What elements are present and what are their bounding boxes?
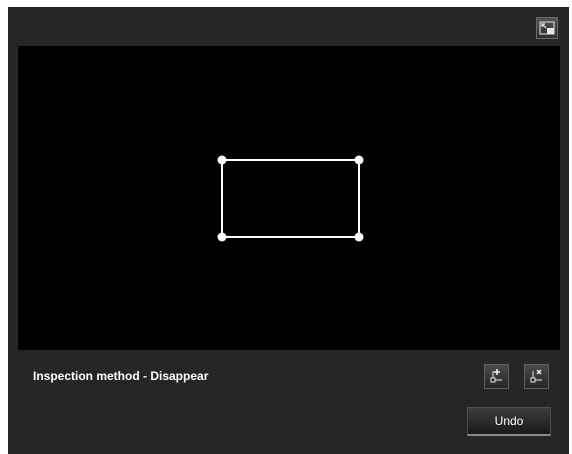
video-preview-area[interactable] <box>18 46 560 350</box>
add-vertex-button[interactable] <box>484 364 509 389</box>
inspection-panel: Inspection method - Disappear Undo <box>8 7 569 454</box>
detection-area-overlay <box>217 155 364 242</box>
inspection-method-label: Inspection method - Disappear <box>33 369 209 383</box>
remove-vertex-button[interactable] <box>524 364 549 389</box>
detection-area-shape[interactable] <box>221 159 360 238</box>
undo-button[interactable]: Undo <box>467 407 551 436</box>
detection-area-vertex-handle[interactable] <box>354 155 364 165</box>
detection-area-vertex-handle[interactable] <box>217 155 227 165</box>
add-vertex-icon <box>490 369 502 383</box>
fullscreen-button[interactable] <box>536 17 558 39</box>
remove-vertex-icon <box>530 369 542 383</box>
detection-area-vertex-handle[interactable] <box>354 232 364 242</box>
fullscreen-toggle-icon <box>539 21 555 35</box>
detection-area-vertex-handle[interactable] <box>217 232 227 242</box>
